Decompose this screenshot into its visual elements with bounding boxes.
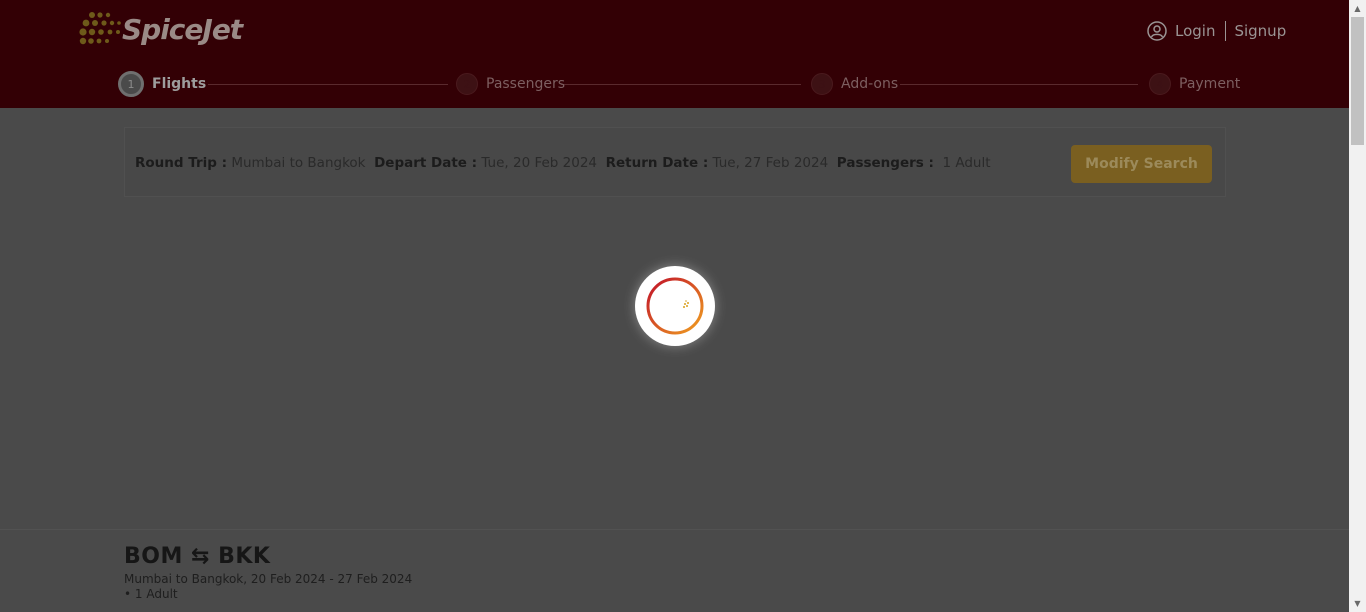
step-number: 1 <box>118 71 144 97</box>
auth-links: Login Signup <box>1147 20 1286 42</box>
route-details: Mumbai to Bangkok, 20 Feb 2024 - 27 Feb … <box>124 572 413 586</box>
step-label: Passengers <box>486 76 566 92</box>
scroll-up-icon[interactable]: ▲ <box>1349 0 1366 17</box>
route-title: BOM ⇆ BKK <box>124 544 271 569</box>
step-passengers: 2 Passengers <box>456 70 565 98</box>
step-addons: 3 Add-ons <box>811 70 898 98</box>
step-label: Flights <box>152 76 207 92</box>
auth-divider <box>1225 21 1227 41</box>
user-circle-icon <box>1147 21 1167 41</box>
return-date-label: Return Date : <box>605 155 709 171</box>
depart-date: Tue, 20 Feb 2024 <box>481 155 598 171</box>
step-connector <box>900 84 1138 85</box>
scroll-down-icon[interactable]: ▼ <box>1349 595 1366 612</box>
spicejet-dots-icon <box>79 12 121 45</box>
step-label: Add-ons <box>841 76 899 92</box>
spinner-icon <box>646 277 704 335</box>
step-connector <box>208 84 448 85</box>
step-number: 3 <box>811 73 833 95</box>
booking-steps: 1 Flights 2 Passengers 3 Add-ons 4 Payme… <box>118 70 1240 98</box>
signup-link[interactable]: Signup <box>1234 22 1286 40</box>
passengers-count: 1 Adult <box>942 155 991 171</box>
trip-route: Mumbai to Bangkok <box>231 155 366 171</box>
brand-name: SpiceJet <box>122 13 243 46</box>
login-link[interactable]: Login <box>1175 22 1215 40</box>
return-date: Tue, 27 Feb 2024 <box>712 155 829 171</box>
step-label: Payment <box>1179 76 1241 92</box>
search-summary: Round Trip : Mumbai to Bangkok Depart Da… <box>124 127 1226 197</box>
site-header: SpiceJet Login Signup 1 Flights 2 Passen… <box>0 0 1349 108</box>
search-summary-text: Round Trip : Mumbai to Bangkok Depart Da… <box>135 155 991 171</box>
step-number: 2 <box>456 73 478 95</box>
page-scrollbar[interactable]: ▲ ▼ <box>1349 0 1366 612</box>
depart-date-label: Depart Date : <box>374 155 478 171</box>
trip-type-label: Round Trip : <box>135 155 228 171</box>
step-number: 4 <box>1149 73 1171 95</box>
scroll-thumb[interactable] <box>1351 17 1364 145</box>
loading-spinner <box>635 266 715 346</box>
step-connector <box>561 84 801 85</box>
passengers-label: Passengers : <box>836 155 934 171</box>
step-payment: 4 Payment <box>1149 70 1240 98</box>
step-flights: 1 Flights <box>118 70 206 98</box>
route-passengers: • 1 Adult <box>124 587 178 601</box>
modify-search-button[interactable]: Modify Search <box>1071 145 1212 183</box>
trip-summary-panel: BOM ⇆ BKK Mumbai to Bangkok, 20 Feb 2024… <box>0 529 1349 612</box>
spicejet-logo[interactable]: SpiceJet <box>78 9 243 51</box>
